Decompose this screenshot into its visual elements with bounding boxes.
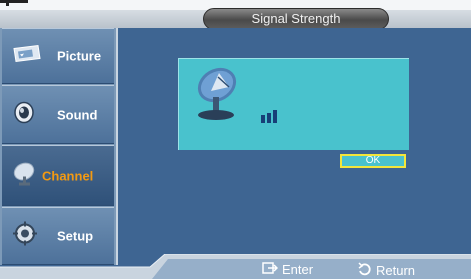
enter-hint: Enter [262, 262, 313, 277]
sidebar-item-label: Sound [57, 107, 98, 122]
corner-decoration [0, 0, 28, 3]
setup-icon [12, 221, 38, 252]
sidebar-item-label: Channel [42, 168, 94, 183]
enter-label: Enter [282, 262, 314, 277]
enter-icon [262, 262, 279, 277]
main-content: OK [118, 28, 471, 265]
title-pill: Signal Strength [203, 8, 389, 30]
return-hint: Return [358, 262, 415, 279]
sound-icon [12, 100, 36, 129]
sidebar-item-label: Picture [57, 48, 102, 64]
corner-decoration [6, 0, 9, 6]
sidebar-item-label: Setup [57, 228, 94, 244]
return-label: Return [376, 263, 416, 278]
top-bar: Signal Strength [0, 0, 471, 30]
sidebar-item-sound[interactable]: Sound [2, 85, 114, 144]
signal-strength-bars [261, 109, 285, 128]
picture-icon [12, 44, 42, 68]
channel-icon [12, 160, 38, 191]
bottom-bar: Enter Return [0, 254, 471, 279]
page-title: Signal Strength [251, 11, 341, 26]
sidebar-menu: Picture Sound Channel Setup [0, 28, 118, 265]
satellite-dish-icon [189, 65, 253, 128]
sidebar-item-channel[interactable]: Channel [2, 145, 114, 206]
return-icon [358, 262, 372, 279]
tv-menu-screen: Signal Strength Picture Sound Channel Se… [0, 0, 471, 279]
ok-button[interactable]: OK [340, 154, 406, 168]
signal-panel [178, 58, 409, 150]
sidebar-item-picture[interactable]: Picture [2, 28, 114, 84]
